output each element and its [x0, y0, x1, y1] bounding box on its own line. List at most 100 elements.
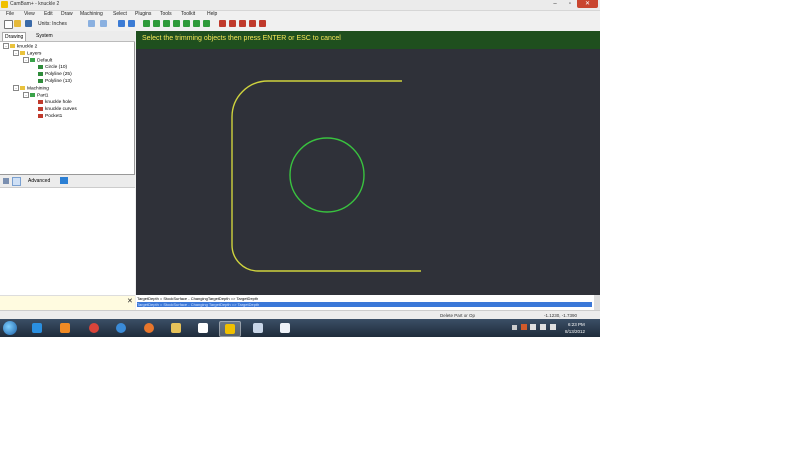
tree-node-layers[interactable]: - Layers	[13, 50, 41, 57]
tree-default-label: Default	[37, 58, 53, 64]
tree-node-item[interactable]: Polyline (13)	[38, 78, 72, 85]
tree-node-default-layer[interactable]: - Default	[23, 57, 52, 64]
drill-op-icon[interactable]	[239, 20, 246, 27]
engrave-op-icon[interactable]	[249, 20, 256, 27]
layer-icon	[30, 58, 35, 62]
show-hidden-icons[interactable]	[512, 325, 517, 330]
undo-icon[interactable]	[88, 20, 95, 27]
menu-select[interactable]: Select	[113, 11, 127, 17]
polyline-shape-icon	[38, 71, 43, 76]
collapse-icon[interactable]: -	[13, 85, 19, 91]
geometry-view[interactable]	[136, 31, 600, 295]
draw-point-icon[interactable]	[193, 20, 200, 27]
tree-node-mop[interactable]: knuckle curves	[38, 106, 77, 113]
open-folder-icon[interactable]	[14, 20, 21, 27]
collapse-icon[interactable]: -	[3, 43, 9, 49]
view-axis-icon[interactable]	[128, 20, 135, 27]
log-scrollbar[interactable]	[594, 295, 600, 310]
draw-text-icon[interactable]	[203, 20, 210, 27]
property-grid	[0, 188, 135, 295]
toolbar: Units: Inches	[0, 19, 600, 30]
menu-plugins[interactable]: Plugins	[135, 11, 151, 17]
advanced-label[interactable]: Advanced	[28, 178, 50, 184]
menu-draw[interactable]: Draw	[61, 11, 73, 17]
draw-rectangle-icon[interactable]	[173, 20, 180, 27]
minimize-button[interactable]: –	[547, 0, 563, 8]
part-icon	[30, 93, 35, 97]
redo-icon[interactable]	[100, 20, 107, 27]
menu-help[interactable]: Help	[207, 11, 217, 17]
close-message-icon[interactable]: ✕	[127, 297, 133, 305]
tray-app-icon[interactable]	[521, 324, 527, 330]
taskbar-firefox[interactable]	[139, 321, 159, 335]
view-grid-icon[interactable]	[118, 20, 125, 27]
start-button-icon[interactable]	[3, 321, 17, 335]
polyline-shape-icon	[38, 78, 43, 83]
message-bar: ✕	[0, 295, 135, 311]
property-pages-icon[interactable]	[60, 177, 68, 184]
tree-node-item[interactable]: Circle (10)	[38, 64, 67, 71]
taskbar-globe[interactable]	[111, 321, 131, 335]
taskbar-explorer[interactable]	[166, 321, 186, 335]
collapse-icon[interactable]: -	[23, 57, 29, 63]
left-panel: Drawing System - knuckle 2 - Layers - Defau…	[0, 31, 135, 295]
taskbar-cambam[interactable]	[219, 321, 241, 337]
tree-node-mop[interactable]: Pocket1	[38, 113, 62, 120]
mop-icon	[38, 113, 43, 118]
taskbar-document[interactable]	[275, 321, 295, 335]
save-icon[interactable]	[25, 20, 32, 27]
units-selector[interactable]: Units: Inches	[38, 21, 67, 27]
close-button[interactable]: ✕	[577, 0, 598, 8]
taskbar-notepad[interactable]	[248, 321, 268, 335]
drawing-canvas[interactable]: Select the trimming objects then press E…	[136, 31, 600, 295]
log-line-selected[interactable]: TargetDepth = StockSurface - Changing Ta…	[137, 302, 592, 307]
tree-node-item[interactable]: Polyline (25)	[38, 71, 72, 78]
taskbar-ie[interactable]	[27, 321, 47, 335]
signal-icon[interactable]	[550, 324, 556, 330]
3d-profile-op-icon[interactable]	[259, 20, 266, 27]
menu-tools[interactable]: Tools	[160, 11, 172, 17]
menu-toolkit[interactable]: Toolkit	[181, 11, 195, 17]
firefox-icon	[144, 323, 154, 333]
tab-drawing-label: Drawing	[5, 34, 24, 40]
draw-polyline-icon[interactable]	[153, 20, 160, 27]
cambam-window: CamBam+ - knuckle 2 – ▫ ✕ File View Edit…	[0, 0, 600, 337]
windows-taskbar: 6:23 PM 8/13/2012	[0, 319, 600, 337]
alphabetical-icon[interactable]	[12, 177, 21, 186]
taskbar-app[interactable]	[193, 321, 213, 335]
menu-view[interactable]: View	[24, 11, 35, 17]
draw-arc-icon[interactable]	[183, 20, 190, 27]
taskbar-media-player[interactable]	[55, 321, 75, 335]
globe-icon	[116, 323, 126, 333]
draw-line-icon[interactable]	[143, 20, 150, 27]
tree-node-part[interactable]: - Part1	[23, 92, 48, 99]
command-log: TargetDepth = StockSurface - ChangingTar…	[136, 295, 600, 310]
new-file-icon[interactable]	[4, 20, 13, 29]
drawing-tree: - knuckle 2 - Layers - Default Circle (10) …	[0, 42, 135, 175]
clock-time[interactable]: 6:23 PM	[568, 322, 585, 327]
tree-node-root[interactable]: - knuckle 2	[3, 43, 37, 50]
knuckle-outline-polyline[interactable]	[231, 80, 421, 272]
status-hint: Delete Part or Op	[440, 313, 476, 318]
taskbar-chrome[interactable]	[84, 321, 104, 335]
tab-drawing[interactable]: Drawing	[2, 32, 27, 41]
clock-date[interactable]: 8/13/2012	[565, 329, 585, 334]
categorized-icon[interactable]	[3, 178, 9, 184]
tree-node-machining[interactable]: - Machining	[13, 85, 49, 92]
folder-icon	[20, 86, 25, 90]
tree-item-label: Polyline (13)	[45, 79, 72, 84]
collapse-icon[interactable]: -	[13, 50, 19, 56]
menu-machining[interactable]: Machining	[80, 11, 103, 17]
network-icon[interactable]	[530, 324, 536, 330]
tab-system[interactable]: System	[34, 32, 55, 40]
tree-node-mop[interactable]: knuckle hole	[38, 99, 72, 106]
menu-edit[interactable]: Edit	[44, 11, 53, 17]
menu-file[interactable]: File	[6, 11, 14, 17]
profile-op-icon[interactable]	[219, 20, 226, 27]
volume-icon[interactable]	[540, 324, 546, 330]
knuckle-hole-circle[interactable]	[289, 137, 365, 213]
pocket-op-icon[interactable]	[229, 20, 236, 27]
draw-circle-icon[interactable]	[163, 20, 170, 27]
maximize-button[interactable]: ▫	[563, 0, 577, 8]
collapse-icon[interactable]: -	[23, 92, 29, 98]
